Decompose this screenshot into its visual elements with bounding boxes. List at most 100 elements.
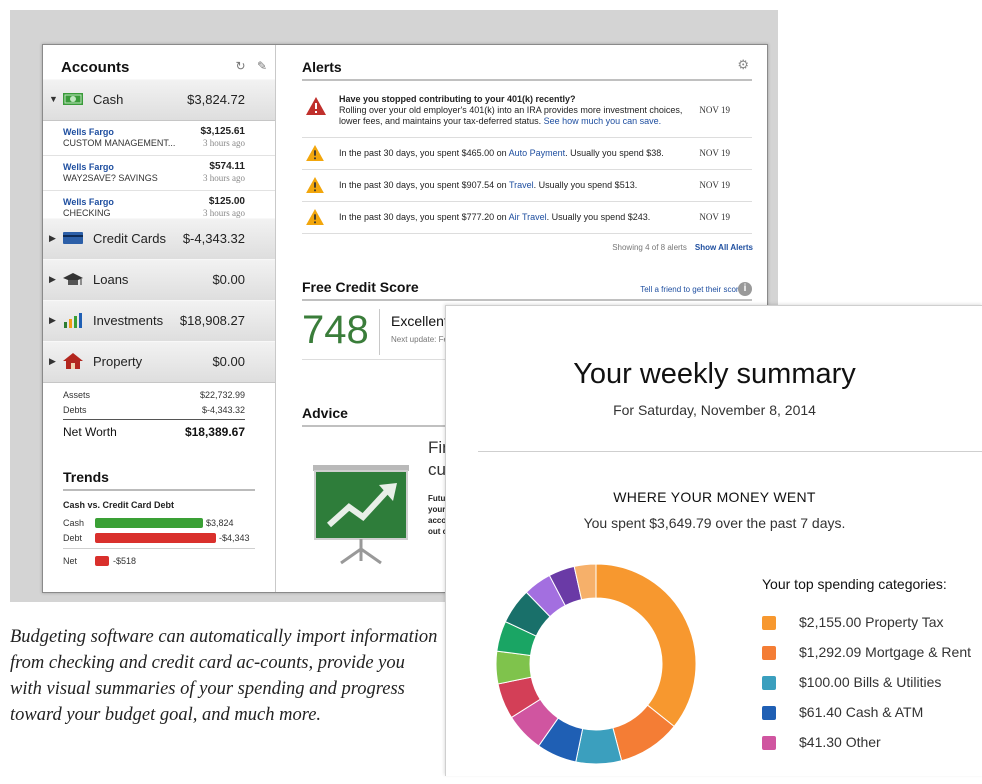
account-balance: $3,125.61 [200, 126, 246, 137]
account-category-loans[interactable]: ▶ Loans $0.00 [43, 259, 275, 301]
bank-name[interactable]: Wells Fargo [63, 197, 114, 207]
chevron-right-icon: ▶ [49, 233, 56, 243]
presentation-board-icon [313, 465, 409, 565]
category-amount: $18,908.27 [179, 313, 245, 328]
debts-row: Debts $-4,343.32 [63, 405, 245, 415]
category-amount: $0.00 [212, 272, 245, 287]
house-icon [63, 353, 83, 369]
warning-icon [306, 177, 324, 193]
danger-icon [306, 97, 326, 115]
alert-item[interactable]: In the past 30 days, you spent $907.54 o… [302, 170, 752, 202]
alerts-title: Alerts [302, 59, 342, 75]
account-category-cash[interactable]: ▼ Cash $3,824.72 [43, 79, 275, 121]
alert-item[interactable]: In the past 30 days, you spent $465.00 o… [302, 138, 752, 170]
bank-name[interactable]: Wells Fargo [63, 127, 114, 137]
legend-swatch [762, 736, 776, 750]
debts-value: $-4,343.32 [201, 405, 245, 415]
refresh-icon[interactable]: ↻ [236, 59, 246, 73]
trends-subtitle: Cash vs. Credit Card Debt [63, 500, 175, 510]
chevron-down-icon: ▼ [49, 94, 58, 104]
alert-text: Have you stopped contributing to your 40… [339, 94, 682, 127]
weekly-summary-title: Your weekly summary [573, 358, 856, 390]
account-balance: $125.00 [208, 196, 245, 207]
alert-text: In the past 30 days, you spent $777.20 o… [339, 212, 650, 223]
show-all-alerts-link[interactable]: Show All Alerts [695, 243, 753, 252]
alert-body-2: lower fees, and maintains your tax-defer… [339, 116, 544, 126]
figure-caption: Budgeting software can automatically imp… [10, 627, 438, 725]
alert-headline: Have you stopped contributing to your 40… [339, 94, 576, 104]
gear-icon[interactable]: ⚙ [737, 57, 749, 73]
alert-item[interactable]: Have you stopped contributing to your 40… [302, 85, 752, 138]
subaccount-row[interactable]: Wells Fargo WAY2SAVE? SAVINGS $574.11 3 … [43, 156, 275, 191]
alert-item[interactable]: In the past 30 days, you spent $777.20 o… [302, 202, 752, 234]
legend-label: $1,292.09 Mortgage & Rent [799, 644, 972, 660]
net-bar-label: Net [63, 556, 78, 566]
account-updated: 3 hours ago [203, 208, 245, 218]
weekly-summary-date: For Saturday, November 8, 2014 [613, 402, 816, 418]
category-label: Investments [93, 313, 164, 328]
cash-icon [63, 93, 83, 105]
net-bar-value: -$518 [113, 556, 137, 566]
alert-link[interactable]: Travel [509, 180, 534, 190]
tell-friend-link[interactable]: Tell a friend to get their score [640, 285, 743, 294]
net-worth-row: Net Worth $18,389.67 [63, 425, 245, 439]
chevron-right-icon: ▶ [49, 274, 56, 284]
legend-label: $2,155.00 Property Tax [799, 614, 944, 630]
where-money-went-title: WHERE YOUR MONEY WENT [613, 489, 816, 505]
credit-score-value: 748 [302, 308, 369, 352]
warning-icon [306, 145, 324, 161]
alert-text-post: . Usually you spend $513. [533, 180, 638, 190]
account-category-investments[interactable]: ▶ Investments $18,908.27 [43, 300, 275, 342]
alert-date: NOV 19 [699, 212, 730, 222]
spending-donut-chart [495, 563, 697, 765]
debt-bar-label: Debt [63, 533, 83, 543]
subaccount-row[interactable]: Wells Fargo CUSTOM MANAGEMENT... $3,125.… [43, 121, 275, 156]
chevron-right-icon: ▶ [49, 315, 56, 325]
assets-label: Assets [63, 390, 91, 400]
cash-label: Cash [93, 92, 124, 107]
alert-text-post: . Usually you spend $243. [546, 212, 651, 222]
debt-bar-value: -$4,343 [219, 533, 250, 543]
donut-slice [595, 563, 697, 728]
account-category-credit-cards[interactable]: ▶ Credit Cards $-4,343.32 [43, 218, 275, 260]
account-name: CHECKING [63, 208, 111, 218]
alert-date: NOV 19 [699, 105, 730, 115]
divider [63, 419, 245, 420]
net-worth-value: $18,389.67 [184, 425, 245, 439]
edit-icon[interactable]: ✎ [257, 59, 267, 73]
alert-link[interactable]: See how much you can save. [544, 116, 662, 126]
divider [379, 309, 380, 355]
assets-value: $22,732.99 [199, 390, 245, 400]
alert-text: In the past 30 days, you spent $907.54 o… [339, 180, 637, 191]
cash-bar-value: $3,824 [206, 518, 234, 528]
alert-date: NOV 19 [699, 180, 730, 190]
alerts-count: Showing 4 of 8 alerts [612, 243, 687, 252]
account-category-property[interactable]: ▶ Property $0.00 [43, 341, 275, 383]
cash-amount: $3,824.72 [187, 92, 245, 107]
account-name: CUSTOM MANAGEMENT... [63, 138, 176, 148]
legend-swatch [762, 676, 776, 690]
bank-name[interactable]: Wells Fargo [63, 162, 114, 172]
legend-label: $100.00 Bills & Utilities [799, 674, 942, 690]
accounts-sidebar: Accounts ↻ ✎ ▼ Cash $3,824.72 Wells Farg… [43, 45, 276, 592]
graduation-cap-icon [63, 273, 83, 285]
divider [63, 489, 255, 491]
alert-link[interactable]: Auto Payment [509, 148, 566, 158]
legend-swatch [762, 616, 776, 630]
account-updated: 3 hours ago [203, 138, 245, 148]
credit-score-title: Free Credit Score [302, 279, 419, 295]
category-label: Credit Cards [93, 231, 166, 246]
divider [63, 548, 255, 549]
chevron-right-icon: ▶ [49, 356, 56, 366]
alert-text-pre: In the past 30 days, you spent $465.00 o… [339, 148, 509, 158]
cash-bar-label: Cash [63, 518, 85, 528]
donut-slice [575, 727, 623, 765]
legend-label: $61.40 Cash & ATM [799, 704, 924, 720]
alert-text-pre: In the past 30 days, you spent $907.54 o… [339, 180, 509, 190]
alert-link[interactable]: Air Travel [509, 212, 547, 222]
legend-swatch [762, 706, 776, 720]
net-worth-label: Net Worth [63, 425, 117, 439]
account-balance: $574.11 [209, 161, 245, 172]
info-icon[interactable]: i [738, 282, 752, 296]
accounts-title: Accounts [61, 59, 130, 76]
